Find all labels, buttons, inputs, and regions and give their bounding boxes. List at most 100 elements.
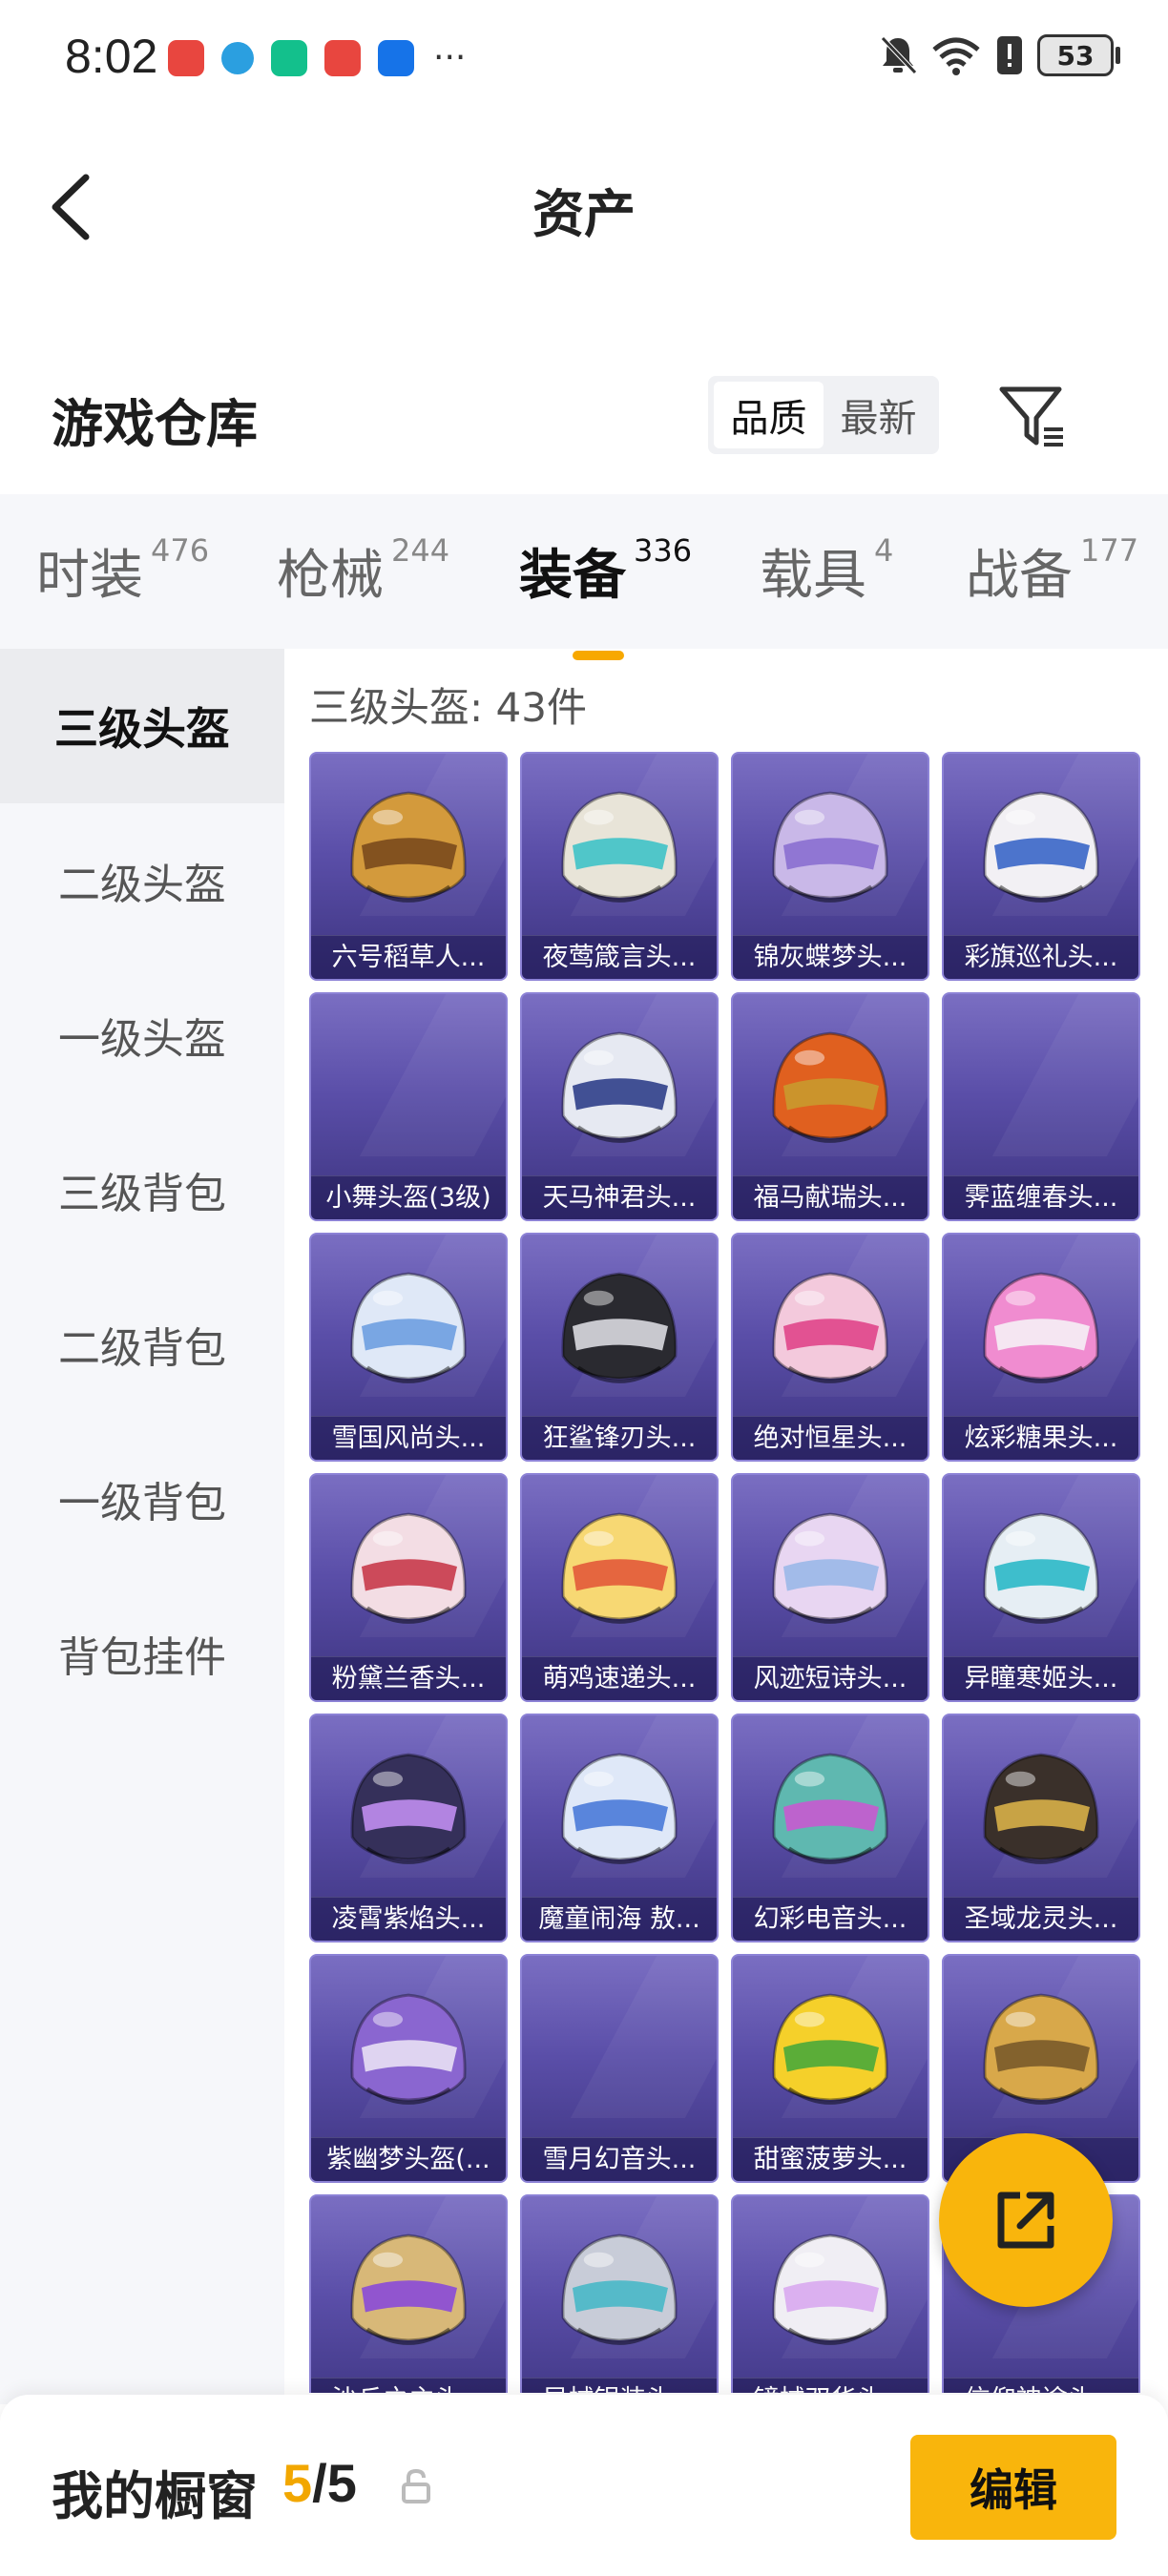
tab-label: 载具 xyxy=(760,545,866,607)
item-name: 锦灰蝶梦头... xyxy=(733,935,928,979)
item-card[interactable]: 彩旗巡礼头... xyxy=(942,752,1140,981)
item-name: 信仰神谕头... xyxy=(944,2378,1138,2393)
item-card[interactable]: 紫幽梦头盔(... xyxy=(309,1954,508,2183)
item-card[interactable]: 小舞头盔(3级) xyxy=(309,992,508,1221)
helmet-icon xyxy=(522,1956,717,2143)
tab-weapons[interactable]: 枪械 244 xyxy=(277,532,449,610)
showcase-label: 我的橱窗 xyxy=(52,2466,258,2526)
sort-latest-button[interactable]: 最新 xyxy=(824,382,933,448)
item-card[interactable]: 霁蓝缠春头... xyxy=(942,992,1140,1221)
helmet-icon xyxy=(983,1512,1099,1624)
item-card[interactable]: 幻彩电音头... xyxy=(731,1714,929,1942)
tab-count: 476 xyxy=(151,532,210,569)
sidebar-item-level2-helmet[interactable]: 二级头盔 xyxy=(0,803,284,958)
item-name: 霁蓝缠春头... xyxy=(944,1175,1138,1219)
helmet-icon xyxy=(561,791,678,903)
item-card[interactable]: 福马献瑞头... xyxy=(731,992,929,1221)
item-card[interactable]: 凌霄紫焰头... xyxy=(309,1714,508,1942)
sort-toggle: 品质 最新 xyxy=(708,376,939,454)
sidebar: 三级头盔 二级头盔 一级头盔 三级背包 二级背包 一级背包 背包挂件 xyxy=(0,649,284,2404)
tab-label: 战备 xyxy=(966,545,1073,607)
sort-quality-button[interactable]: 品质 xyxy=(714,382,824,448)
notification-icons: ··· xyxy=(168,40,466,76)
helmet-icon xyxy=(772,1031,888,1143)
sidebar-item-level2-backpack[interactable]: 二级背包 xyxy=(0,1267,284,1422)
item-name: 圣域龙灵头... xyxy=(944,1897,1138,1941)
tab-fashion[interactable]: 时装 476 xyxy=(36,532,209,610)
item-name: 炫彩糖果头... xyxy=(944,1416,1138,1460)
item-card[interactable]: 异械银装头... xyxy=(520,2194,719,2393)
item-card[interactable]: 绝对恒星头... xyxy=(731,1233,929,1462)
item-card[interactable]: 雪月幻音头... xyxy=(520,1954,719,2183)
mute-bell-icon xyxy=(881,36,917,74)
helmet-icon xyxy=(944,994,1138,1181)
edit-button[interactable]: 编辑 xyxy=(910,2435,1116,2540)
status-bar: 8:02 ··· 53 xyxy=(0,0,1168,114)
helmet-icon xyxy=(350,1993,467,2105)
item-name: 夜莺箴言头... xyxy=(522,935,717,979)
item-card[interactable]: 狂鲨锋刃头... xyxy=(520,1233,719,1462)
helmet-icon xyxy=(772,1512,888,1624)
tab-battle-gear[interactable]: 战备 177 xyxy=(966,532,1138,610)
status-time: 8:02 xyxy=(65,30,158,83)
battery-level: 53 xyxy=(1037,34,1114,76)
item-card[interactable]: 风迹短诗头... xyxy=(731,1473,929,1702)
tips-app-icon xyxy=(378,40,414,76)
sidebar-item-backpack-charm[interactable]: 背包挂件 xyxy=(0,1576,284,1731)
item-name: 异瞳寒姬头... xyxy=(944,1656,1138,1700)
item-name: 六号稻草人... xyxy=(311,935,506,979)
item-name: 异械银装头... xyxy=(522,2378,717,2393)
item-card[interactable]: 炫彩糖果头... xyxy=(942,1233,1140,1462)
item-card[interactable]: 粉黛兰香头... xyxy=(309,1473,508,1702)
item-name: 镜械双华头... xyxy=(733,2378,928,2393)
tab-count: 244 xyxy=(391,532,450,569)
item-card[interactable]: 锦灰蝶梦头... xyxy=(731,752,929,981)
tab-equipment[interactable]: 装备 336 xyxy=(519,532,692,660)
alert-icon xyxy=(997,36,1022,74)
item-name: 凌霄紫焰头... xyxy=(311,1897,506,1941)
helmet-icon xyxy=(561,1753,678,1864)
tab-vehicles[interactable]: 载具 4 xyxy=(760,532,893,610)
battery-nub xyxy=(1116,47,1120,64)
sidebar-item-level3-backpack[interactable]: 三级背包 xyxy=(0,1112,284,1267)
helmet-icon xyxy=(983,1272,1099,1383)
item-card[interactable]: 圣域龙灵头... xyxy=(942,1714,1140,1942)
helmet-icon xyxy=(350,791,467,903)
warehouse-title: 游戏仓库 xyxy=(52,394,258,454)
showcase-bar: 我的橱窗 5/5 编辑 xyxy=(0,2395,1168,2576)
showcase-current: 5 xyxy=(282,2453,313,2513)
item-name: 粉黛兰香头... xyxy=(311,1656,506,1700)
item-card[interactable]: 异瞳寒姬头... xyxy=(942,1473,1140,1702)
helmet-icon xyxy=(772,1272,888,1383)
sidebar-item-level3-helmet[interactable]: 三级头盔 xyxy=(0,649,284,803)
helmet-icon xyxy=(561,2233,678,2345)
helmet-icon xyxy=(350,2233,467,2345)
item-card[interactable]: 雪国风尚头... xyxy=(309,1233,508,1462)
item-name: 紫幽梦头盔(... xyxy=(311,2137,506,2181)
item-card[interactable]: 甜蜜菠萝头... xyxy=(731,1954,929,2183)
more-notifications-icon: ··· xyxy=(433,38,467,77)
helmet-icon xyxy=(772,2233,888,2345)
item-name: 沙丘之主头... xyxy=(311,2378,506,2393)
item-card[interactable]: 夜莺箴言头... xyxy=(520,752,719,981)
item-card[interactable]: 沙丘之主头... xyxy=(309,2194,508,2393)
helmet-icon xyxy=(350,1753,467,1864)
helmet-icon xyxy=(772,1753,888,1864)
item-card[interactable]: 天马神君头... xyxy=(520,992,719,1221)
filter-icon[interactable] xyxy=(996,382,1067,452)
sidebar-item-level1-backpack[interactable]: 一级背包 xyxy=(0,1422,284,1576)
showcase-separator: / xyxy=(312,2453,327,2513)
sidebar-item-level1-helmet[interactable]: 一级头盔 xyxy=(0,958,284,1112)
item-card[interactable]: 六号稻草人... xyxy=(309,752,508,981)
item-name: 雪月幻音头... xyxy=(522,2137,717,2181)
status-right: 53 xyxy=(879,34,1120,76)
item-name: 雪国风尚头... xyxy=(311,1416,506,1460)
helmet-icon xyxy=(561,1512,678,1624)
item-card[interactable]: 魔童闹海 敖... xyxy=(520,1714,719,1942)
item-card[interactable]: 萌鸡速递头... xyxy=(520,1473,719,1702)
share-fab-button[interactable] xyxy=(939,2133,1113,2307)
security-app-icon xyxy=(271,40,307,76)
helmet-icon xyxy=(772,1993,888,2105)
wifi-icon xyxy=(932,37,980,75)
item-card[interactable]: 镜械双华头... xyxy=(731,2194,929,2393)
